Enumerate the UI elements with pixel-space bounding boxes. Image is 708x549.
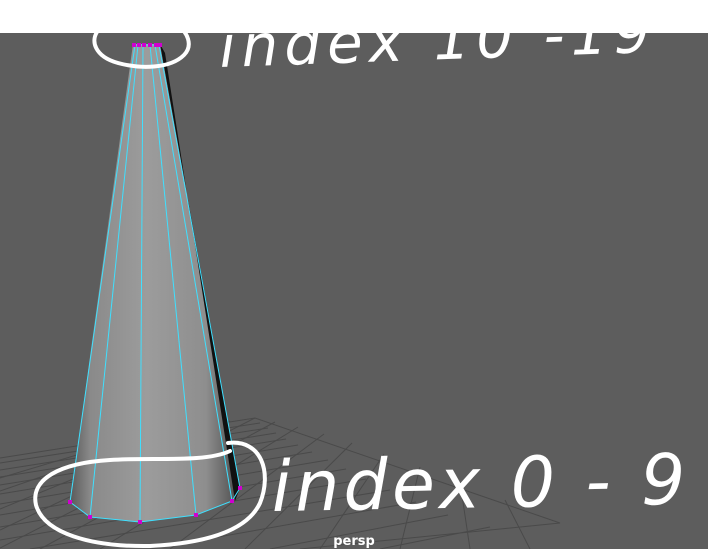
top-toolbar-strip (0, 0, 708, 33)
cone-mesh[interactable] (68, 43, 242, 524)
top-annotation-text: index 10 -19 (218, 33, 657, 81)
maya-perspective-viewport[interactable]: index 10 -19 index 0 - 9 persp (0, 33, 708, 549)
cone-surface (70, 44, 240, 522)
bottom-annotation-text: index 0 - 9 (271, 439, 690, 528)
annotation-text: index 10 -19 index 0 - 9 (218, 33, 690, 528)
camera-label: persp (333, 534, 375, 549)
viewport-canvas[interactable]: index 10 -19 index 0 - 9 (0, 33, 708, 549)
